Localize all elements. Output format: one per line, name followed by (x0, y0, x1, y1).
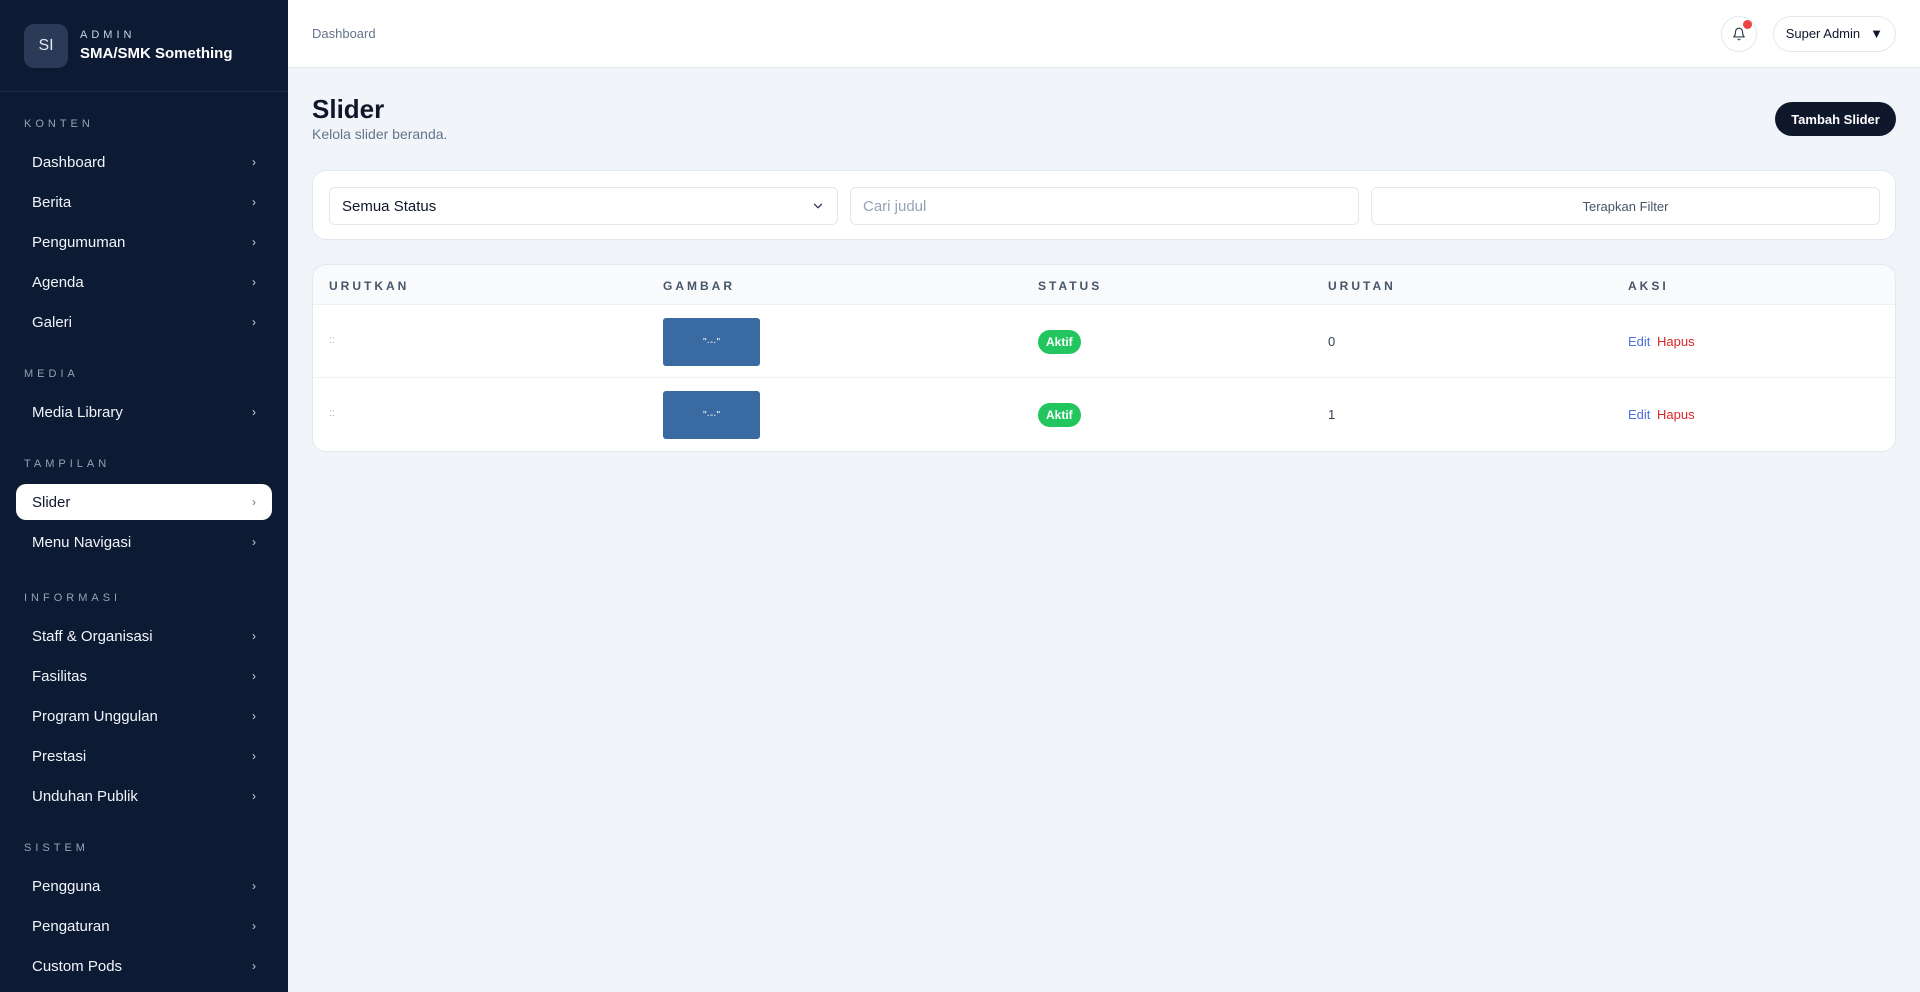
breadcrumb[interactable]: Dashboard (312, 26, 376, 41)
brand-avatar: SI (24, 23, 68, 68)
sidebar-item-media-library[interactable]: Media Library › (16, 394, 272, 430)
edit-link[interactable]: Edit (1628, 334, 1650, 349)
slider-thumbnail: "·-·" (663, 318, 760, 366)
column-header-aksi: AKSI (1628, 279, 1669, 293)
notification-dot (1742, 19, 1752, 29)
chevron-right-icon: › (252, 535, 256, 549)
status-select-value: Semua Status (342, 197, 437, 215)
brand-name: SMA/SMK Something (80, 45, 233, 62)
section-title-informasi: INFORMASI (24, 592, 122, 604)
sidebar-item-menu-navigasi[interactable]: Menu Navigasi › (16, 524, 272, 560)
chevron-right-icon: › (252, 919, 256, 933)
drag-handle-icon[interactable]: :: (329, 408, 335, 419)
chevron-right-icon: › (252, 495, 256, 509)
sidebar-item-label: Berita (32, 193, 72, 211)
sidebar-item-label: Program Unggulan (32, 707, 158, 725)
section-title-media: MEDIA (24, 368, 79, 380)
chevron-right-icon: › (252, 275, 256, 289)
chevron-right-icon: › (252, 195, 256, 209)
sidebar-item-label: Prestasi (32, 747, 87, 765)
section-title-konten: KONTEN (24, 118, 94, 130)
sidebar-item-pengumuman[interactable]: Pengumuman › (16, 224, 272, 260)
table-header: URUTKAN GAMBAR STATUS URUTAN AKSI (313, 265, 1895, 305)
bell-icon (1732, 27, 1745, 40)
topbar: Dashboard Super Admin ▼ (288, 0, 1920, 68)
chevron-right-icon: › (252, 155, 256, 169)
edit-link[interactable]: Edit (1628, 407, 1650, 422)
order-value: 1 (1328, 407, 1336, 422)
chevron-right-icon: › (252, 235, 256, 249)
page-title: Slider (312, 94, 385, 124)
chevron-right-icon: › (252, 315, 256, 329)
sidebar-item-label: Pengguna (32, 877, 101, 895)
status-select[interactable]: Semua Status (329, 187, 838, 225)
sidebar-item-unduhan-publik[interactable]: Unduhan Publik › (16, 778, 272, 814)
search-input[interactable] (850, 187, 1359, 225)
column-header-urutan: URUTAN (1328, 279, 1396, 293)
user-menu-button[interactable]: Super Admin ▼ (1772, 15, 1896, 52)
table-row: :: "·-·" Aktif 0 Edit Hapus (313, 305, 1895, 378)
sidebar-nav: KONTEN Dashboard › Berita › Pengumuman › Ag… (0, 118, 288, 984)
chevron-right-icon: › (252, 629, 256, 643)
sidebar-item-berita[interactable]: Berita › (16, 184, 272, 220)
sidebar-item-fasilitas[interactable]: Fasilitas › (16, 658, 272, 694)
slider-thumbnail: "·-·" (663, 391, 760, 439)
sidebar-item-label: Dashboard (32, 153, 106, 171)
sidebar-item-label: Custom Pods (32, 957, 123, 975)
chevron-right-icon: › (252, 789, 256, 803)
chevron-right-icon: › (252, 405, 256, 419)
page-subtitle: Kelola slider beranda. (312, 126, 448, 142)
user-name: Super Admin (1785, 26, 1861, 41)
chevron-right-icon: › (252, 959, 256, 973)
delete-link[interactable]: Hapus (1657, 407, 1695, 422)
sidebar-item-prestasi[interactable]: Prestasi › (16, 738, 272, 774)
sidebar-item-label: Staff & Organisasi (32, 627, 153, 645)
chevron-right-icon: › (252, 669, 256, 683)
notification-button[interactable] (1720, 15, 1757, 52)
sidebar-item-label: Fasilitas (32, 667, 88, 685)
chevron-right-icon: › (252, 749, 256, 763)
status-badge: Aktif (1038, 403, 1081, 427)
caret-down-icon: ▼ (1870, 26, 1883, 41)
slider-table: URUTKAN GAMBAR STATUS URUTAN AKSI :: "·-… (312, 264, 1896, 452)
sidebar-item-label: Media Library (32, 403, 123, 421)
sidebar-item-staff-organisasi[interactable]: Staff & Organisasi › (16, 618, 272, 654)
section-title-tampilan: TAMPILAN (24, 458, 111, 470)
chevron-right-icon: › (252, 879, 256, 893)
column-header-status: STATUS (1038, 279, 1103, 293)
topbar-actions: Super Admin ▼ (1720, 15, 1896, 52)
drag-handle-icon[interactable]: :: (329, 335, 335, 346)
sidebar-item-dashboard[interactable]: Dashboard › (16, 144, 272, 180)
section-title-sistem: SISTEM (24, 842, 89, 854)
order-value: 0 (1328, 334, 1336, 349)
chevron-down-icon (813, 203, 823, 209)
sidebar-item-agenda[interactable]: Agenda › (16, 264, 272, 300)
sidebar-item-custom-pods[interactable]: Custom Pods › (16, 948, 272, 984)
sidebar: SI ADMIN SMA/SMK Something KONTEN Dashbo… (0, 0, 288, 992)
brand: SI ADMIN SMA/SMK Something (0, 0, 288, 92)
apply-filter-button[interactable]: Terapkan Filter (1371, 187, 1880, 225)
add-slider-button[interactable]: Tambah Slider (1775, 102, 1896, 136)
sidebar-item-slider[interactable]: Slider › (16, 484, 272, 520)
delete-link[interactable]: Hapus (1657, 334, 1695, 349)
column-header-urutkan: URUTKAN (329, 279, 410, 293)
sidebar-item-label: Pengumuman (32, 233, 126, 251)
column-header-gambar: GAMBAR (663, 279, 735, 293)
sidebar-item-pengaturan[interactable]: Pengaturan › (16, 908, 272, 944)
sidebar-item-label: Menu Navigasi (32, 533, 132, 551)
sidebar-item-label: Galeri (32, 313, 73, 331)
brand-kicker: ADMIN (80, 29, 136, 41)
table-row: :: "·-·" Aktif 1 Edit Hapus (313, 378, 1895, 451)
status-badge: Aktif (1038, 330, 1081, 354)
sidebar-item-label: Slider (32, 493, 71, 511)
sidebar-item-label: Agenda (32, 273, 84, 291)
sidebar-item-pengguna[interactable]: Pengguna › (16, 868, 272, 904)
sidebar-item-label: Pengaturan (32, 917, 110, 935)
brand-text: ADMIN SMA/SMK Something (80, 29, 233, 62)
sidebar-item-label: Unduhan Publik (32, 787, 138, 805)
sidebar-item-program-unggulan[interactable]: Program Unggulan › (16, 698, 272, 734)
chevron-right-icon: › (252, 709, 256, 723)
filter-card: Semua Status Terapkan Filter (312, 170, 1896, 240)
sidebar-item-galeri[interactable]: Galeri › (16, 304, 272, 340)
